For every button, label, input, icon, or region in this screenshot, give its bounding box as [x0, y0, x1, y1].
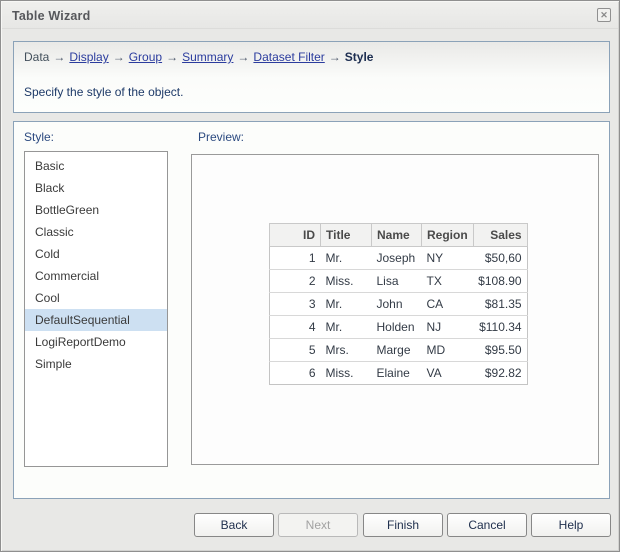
preview-cell-sales: $108.90 [473, 270, 527, 293]
preview-cell-title: Mr. [321, 247, 372, 270]
preview-cell-region: NJ [422, 316, 474, 339]
preview-row: 3Mr.JohnCA$81.35 [270, 293, 528, 316]
preview-cell-id: 6 [270, 362, 321, 385]
preview-cell-title: Mrs. [321, 339, 372, 362]
help-button[interactable]: Help [531, 513, 611, 537]
preview-area: IDTitleNameRegionSales 1Mr.JosephNY$50,6… [191, 154, 599, 465]
preview-col-region: Region [422, 224, 474, 247]
breadcrumb-arrow-icon: → [325, 50, 345, 64]
breadcrumb-step-data: Data [24, 50, 49, 64]
preview-row: 6Miss.ElaineVA$92.82 [270, 362, 528, 385]
breadcrumb-arrow-icon: → [233, 50, 253, 64]
style-option-cold[interactable]: Cold [25, 243, 167, 265]
preview-cell-sales: $110.34 [473, 316, 527, 339]
preview-cell-name: Lisa [372, 270, 422, 293]
preview-cell-region: MD [422, 339, 474, 362]
preview-cell-region: TX [422, 270, 474, 293]
preview-row: 1Mr.JosephNY$50,60 [270, 247, 528, 270]
dialog-title: Table Wizard [12, 9, 90, 23]
preview-cell-name: John [372, 293, 422, 316]
wizard-body-panel: Style: BasicBlackBottleGreenClassicColdC… [13, 121, 610, 499]
next-button: Next [278, 513, 358, 537]
preview-cell-title: Miss. [321, 362, 372, 385]
preview-cell-name: Holden [372, 316, 422, 339]
breadcrumb-step-group[interactable]: Group [129, 50, 162, 64]
breadcrumb: Data→Display→Group→Summary→Dataset Filte… [24, 50, 373, 64]
preview-cell-title: Miss. [321, 270, 372, 293]
preview-row: 4Mr.HoldenNJ$110.34 [270, 316, 528, 339]
breadcrumb-arrow-icon: → [49, 50, 69, 64]
breadcrumb-arrow-icon: → [109, 50, 129, 64]
style-option-classic[interactable]: Classic [25, 221, 167, 243]
preview-label: Preview: [198, 130, 244, 144]
preview-row: 5Mrs.MargeMD$95.50 [270, 339, 528, 362]
preview-cell-region: CA [422, 293, 474, 316]
preview-row: 2Miss.LisaTX$108.90 [270, 270, 528, 293]
preview-cell-sales: $92.82 [473, 362, 527, 385]
style-option-logireportdemo[interactable]: LogiReportDemo [25, 331, 167, 353]
preview-cell-id: 1 [270, 247, 321, 270]
preview-table-body: 1Mr.JosephNY$50,602Miss.LisaTX$108.903Mr… [270, 247, 528, 385]
style-label: Style: [24, 130, 54, 144]
preview-cell-title: Mr. [321, 316, 372, 339]
table-wizard-dialog: Table Wizard ✕ Data→Display→Group→Summar… [0, 0, 620, 552]
style-listbox[interactable]: BasicBlackBottleGreenClassicColdCommerci… [24, 151, 168, 467]
preview-cell-title: Mr. [321, 293, 372, 316]
preview-cell-name: Joseph [372, 247, 422, 270]
preview-cell-region: NY [422, 247, 474, 270]
preview-cell-name: Elaine [372, 362, 422, 385]
preview-cell-sales: $81.35 [473, 293, 527, 316]
style-option-basic[interactable]: Basic [25, 155, 167, 177]
preview-table-head: IDTitleNameRegionSales [270, 224, 528, 247]
instruction-text: Specify the style of the object. [24, 85, 183, 99]
style-option-cool[interactable]: Cool [25, 287, 167, 309]
preview-col-id: ID [270, 224, 321, 247]
preview-cell-id: 2 [270, 270, 321, 293]
style-option-commercial[interactable]: Commercial [25, 265, 167, 287]
title-bar: Table Wizard ✕ [2, 2, 618, 29]
preview-col-title: Title [321, 224, 372, 247]
breadcrumb-step-dataset-filter[interactable]: Dataset Filter [253, 50, 324, 64]
style-option-defaultsequential[interactable]: DefaultSequential [25, 309, 167, 331]
preview-cell-id: 4 [270, 316, 321, 339]
preview-cell-sales: $95.50 [473, 339, 527, 362]
breadcrumb-arrow-icon: → [162, 50, 182, 64]
preview-cell-region: VA [422, 362, 474, 385]
breadcrumb-step-display[interactable]: Display [69, 50, 108, 64]
preview-table: IDTitleNameRegionSales 1Mr.JosephNY$50,6… [269, 223, 528, 385]
back-button[interactable]: Back [194, 513, 274, 537]
style-option-bottlegreen[interactable]: BottleGreen [25, 199, 167, 221]
finish-button[interactable]: Finish [363, 513, 443, 537]
preview-cell-sales: $50,60 [473, 247, 527, 270]
style-option-black[interactable]: Black [25, 177, 167, 199]
preview-col-sales: Sales [473, 224, 527, 247]
close-icon[interactable]: ✕ [597, 8, 611, 22]
preview-cell-id: 3 [270, 293, 321, 316]
breadcrumb-step-summary[interactable]: Summary [182, 50, 233, 64]
preview-cell-id: 5 [270, 339, 321, 362]
style-option-simple[interactable]: Simple [25, 353, 167, 375]
breadcrumb-step-style: Style [345, 50, 374, 64]
preview-col-name: Name [372, 224, 422, 247]
preview-cell-name: Marge [372, 339, 422, 362]
wizard-header-panel: Data→Display→Group→Summary→Dataset Filte… [13, 41, 610, 113]
cancel-button[interactable]: Cancel [447, 513, 527, 537]
